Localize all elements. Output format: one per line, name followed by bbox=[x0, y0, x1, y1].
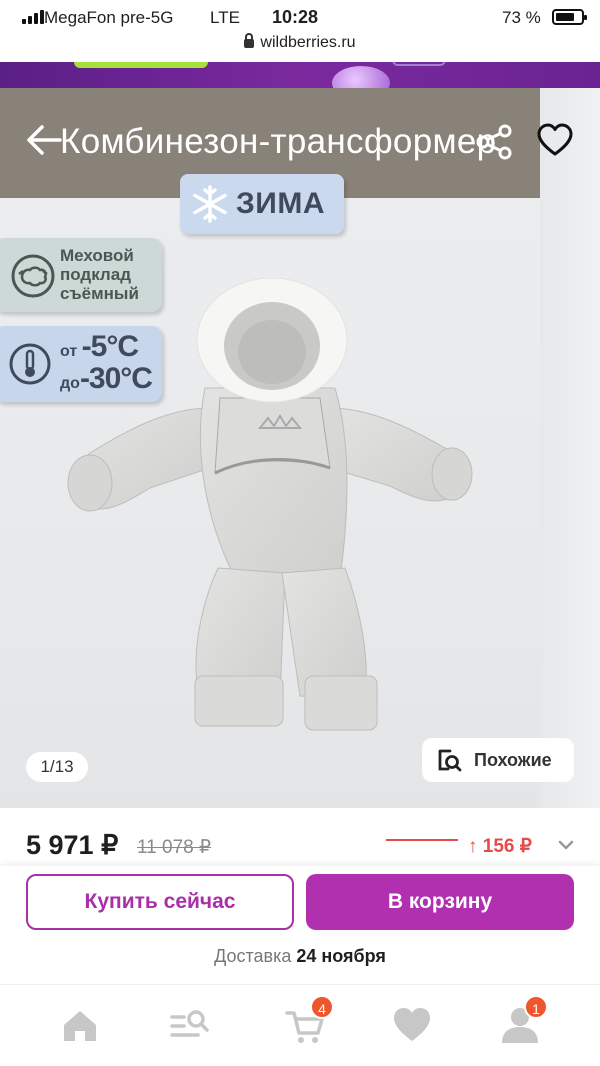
season-badge: ЗИМА bbox=[180, 174, 344, 234]
buy-now-button[interactable]: Купить сейчас bbox=[26, 874, 294, 930]
delivery-label: Доставка bbox=[214, 946, 292, 966]
network-type: LTE bbox=[210, 8, 240, 27]
price-history-line bbox=[386, 839, 458, 841]
signal-icon bbox=[22, 10, 44, 24]
status-bar: MegaFon pre-5G LTE 10:28 73 % wildberrie… bbox=[0, 0, 600, 62]
tab-home[interactable] bbox=[58, 1003, 102, 1047]
snowflake-icon bbox=[193, 185, 227, 223]
chevron-down-icon[interactable] bbox=[558, 838, 574, 852]
back-arrow-icon[interactable] bbox=[24, 122, 64, 158]
home-icon bbox=[64, 1011, 96, 1041]
tab-favorites[interactable] bbox=[390, 1003, 434, 1047]
promo-banner[interactable] bbox=[0, 62, 600, 88]
share-icon[interactable] bbox=[474, 122, 514, 162]
temp-from: -5°С bbox=[81, 330, 139, 363]
season-label: ЗИМА bbox=[236, 187, 326, 220]
similar-label: Похожие bbox=[474, 749, 552, 770]
sheep-icon bbox=[11, 254, 55, 298]
tab-cart[interactable]: 4 bbox=[284, 995, 334, 1047]
tab-profile[interactable]: 1 bbox=[498, 995, 548, 1047]
heart-icon bbox=[394, 1008, 430, 1041]
carrier-name: MegaFon pre-5G bbox=[44, 8, 174, 27]
url-text: wildberries.ru bbox=[260, 34, 356, 51]
catalog-search-icon bbox=[170, 1010, 209, 1037]
product-title: Комбинезон-трансформер bbox=[60, 122, 497, 161]
favorite-heart-icon[interactable] bbox=[536, 122, 574, 158]
price-change[interactable]: ↑ 156 ₽ bbox=[468, 835, 532, 858]
similar-button[interactable]: Похожие bbox=[422, 738, 574, 782]
battery-icon bbox=[552, 9, 587, 25]
temperature-badge: от -5°С до-30°С bbox=[0, 326, 162, 402]
add-to-cart-button[interactable]: В корзину bbox=[306, 874, 574, 930]
delivery-info: Доставка 24 ноября bbox=[0, 946, 600, 967]
tab-catalog[interactable] bbox=[168, 1003, 212, 1047]
image-counter: 1/13 bbox=[26, 752, 88, 782]
address-bar[interactable]: wildberries.ru bbox=[0, 33, 600, 52]
lock-icon bbox=[244, 33, 255, 48]
temp-from-prefix: от bbox=[60, 343, 78, 360]
fur-lining-badge: Меховой подклад съёмный bbox=[0, 238, 162, 312]
price-row: 5 971 ₽ 11 078 ₽ ↑ 156 ₽ bbox=[0, 808, 600, 866]
battery-percent: 73 % bbox=[502, 8, 541, 27]
old-price: 11 078 ₽ bbox=[137, 837, 212, 858]
clock: 10:28 bbox=[272, 7, 319, 27]
profile-notification-badge: 1 bbox=[524, 995, 548, 1019]
fur-badge-line-2: подклад bbox=[60, 265, 131, 284]
cart-count-badge: 4 bbox=[310, 995, 334, 1019]
bottom-tab-bar: 4 1 bbox=[0, 984, 600, 1066]
temp-to-prefix: до bbox=[60, 375, 80, 392]
fur-badge-line-3: съёмный bbox=[60, 284, 139, 303]
temp-to: -30°С bbox=[79, 362, 153, 395]
purchase-actions: Купить сейчас В корзину Доставка 24 нояб… bbox=[0, 866, 600, 984]
product-gallery[interactable]: Комбинезон-трансформер ЗИМА Меховой подк… bbox=[0, 88, 600, 808]
thermometer-icon bbox=[9, 343, 51, 385]
fur-badge-line-1: Меховой bbox=[60, 246, 134, 265]
delivery-date: 24 ноября bbox=[296, 946, 386, 966]
current-price: 5 971 ₽ bbox=[26, 830, 119, 860]
similar-search-icon bbox=[438, 749, 462, 772]
